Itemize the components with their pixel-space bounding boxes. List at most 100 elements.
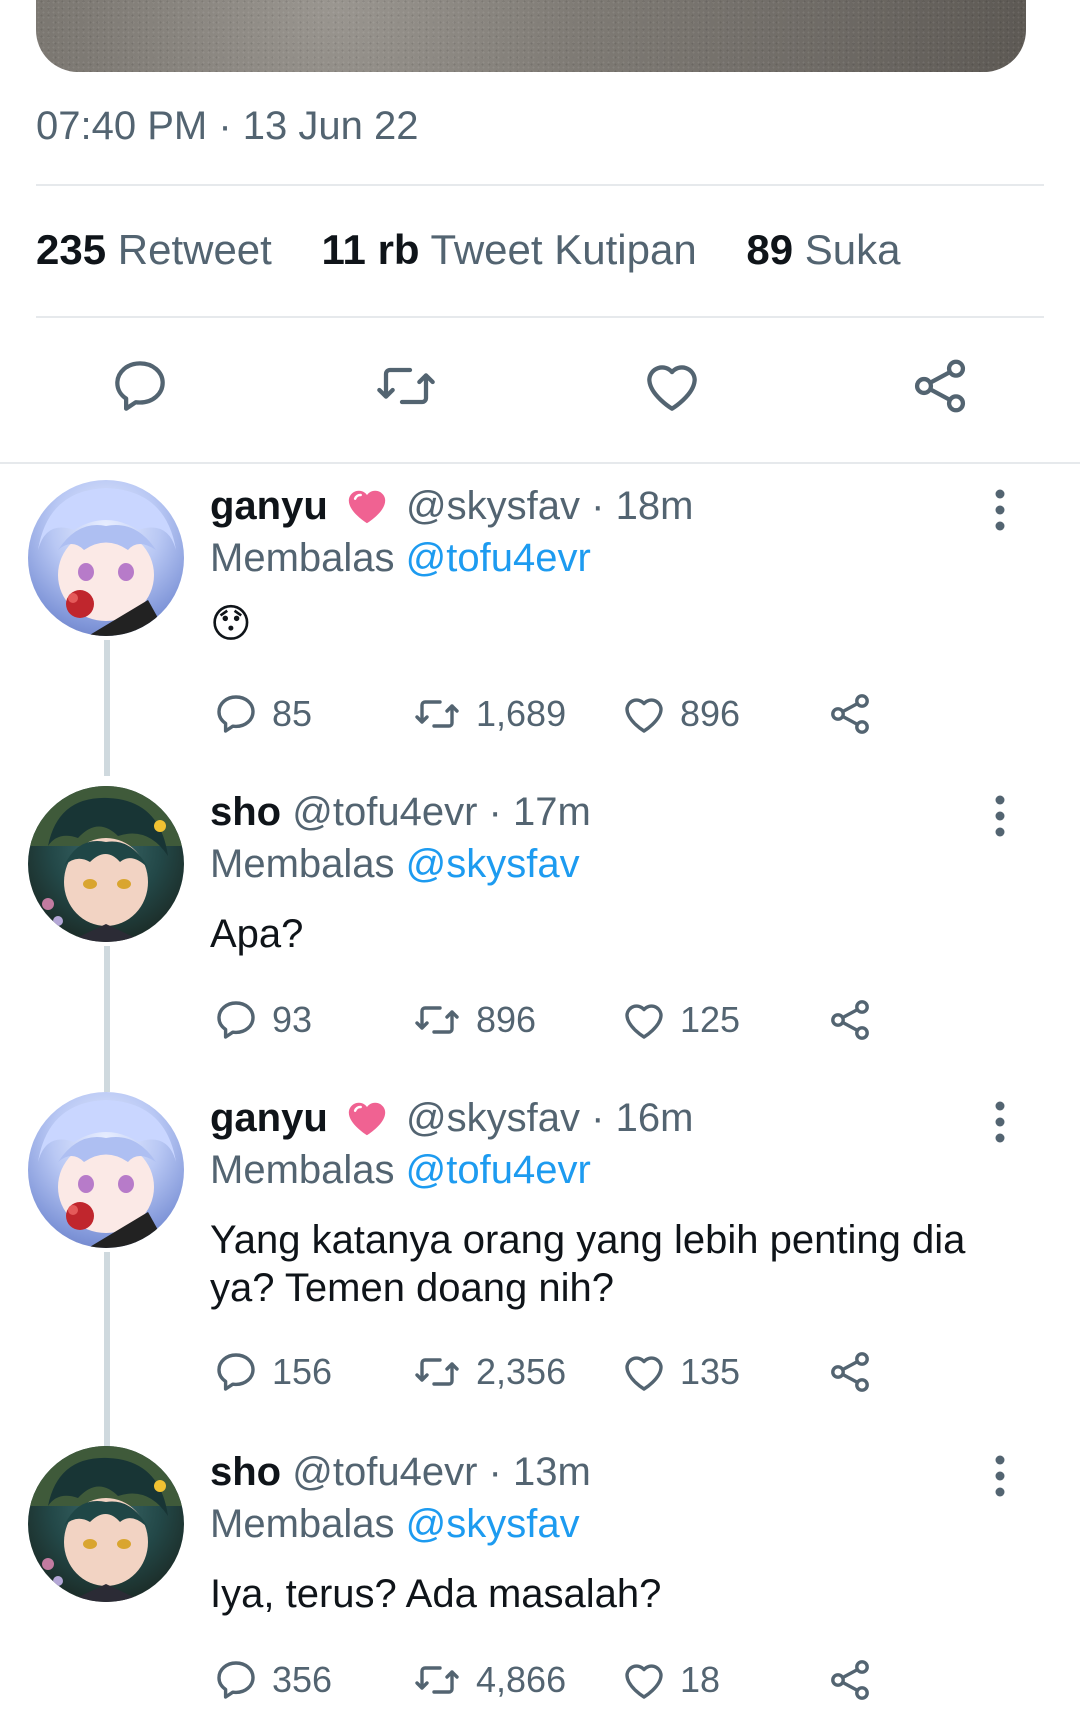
reply-icon xyxy=(217,1353,255,1391)
reply-button[interactable]: 85 xyxy=(212,690,312,738)
reply-count: 93 xyxy=(272,999,313,1040)
retweet-button[interactable]: 896 xyxy=(410,996,536,1044)
retweet-button[interactable]: 2,356 xyxy=(410,1348,566,1396)
mention-link[interactable]: @skysfav xyxy=(406,1502,580,1546)
share-button[interactable] xyxy=(826,1348,886,1396)
more-options-icon[interactable] xyxy=(990,1100,1010,1144)
tweet-action-bar xyxy=(0,354,1080,424)
reply-time: · 13m xyxy=(488,1450,591,1494)
reply-icon[interactable] xyxy=(108,354,172,418)
replying-prefix: Membalas xyxy=(210,536,395,580)
retweet-icon xyxy=(415,1006,459,1034)
handle[interactable]: @tofu4evr xyxy=(292,790,477,834)
tweet-stats: 235 Retweet 11 rb Tweet Kutipan 89 Suka xyxy=(36,226,938,274)
reply-icon xyxy=(217,695,255,733)
like-icon xyxy=(625,1664,663,1699)
mention-link[interactable]: @tofu4evr xyxy=(406,536,591,580)
reply-header: ganyu @skysfav · 16m xyxy=(210,1096,693,1143)
stat-value: 235 xyxy=(36,226,107,273)
retweet-count: 896 xyxy=(476,999,537,1040)
reply-text: 😯 xyxy=(210,602,252,646)
stat-likes[interactable]: 89 Suka xyxy=(746,226,900,273)
share-button[interactable] xyxy=(826,1656,886,1704)
mention-link[interactable]: @skysfav xyxy=(406,842,580,886)
stat-label: Tweet Kutipan xyxy=(430,226,697,273)
display-name[interactable]: ganyu xyxy=(210,1096,328,1140)
like-count: 125 xyxy=(680,999,741,1040)
share-icon xyxy=(831,1660,869,1700)
replying-to: Membalas @tofu4evr xyxy=(210,1148,591,1193)
avatar[interactable] xyxy=(28,1446,184,1602)
display-name[interactable]: sho xyxy=(210,790,281,834)
stat-label: Suka xyxy=(804,226,901,273)
reply-button[interactable]: 356 xyxy=(212,1656,332,1704)
stat-quote-tweets[interactable]: 11 rb Tweet Kutipan xyxy=(322,226,697,273)
thread-line xyxy=(104,640,110,776)
reply-header: sho @tofu4evr · 17m xyxy=(210,790,591,835)
reply-time: · 16m xyxy=(591,1096,694,1140)
handle[interactable]: @tofu4evr xyxy=(292,1450,477,1494)
stat-label: Retweet xyxy=(117,226,272,273)
reply-time: · 17m xyxy=(488,790,591,834)
reply-time: · 18m xyxy=(591,484,694,528)
pink-heart-icon xyxy=(348,491,386,524)
divider xyxy=(36,316,1044,318)
retweet-button[interactable]: 1,689 xyxy=(410,690,566,738)
mention-link[interactable]: @tofu4evr xyxy=(406,1148,591,1192)
stat-value: 11 rb xyxy=(321,226,420,273)
share-icon[interactable] xyxy=(908,354,972,418)
reply-button[interactable]: 156 xyxy=(212,1348,332,1396)
reply-count: 356 xyxy=(272,1659,333,1700)
like-icon[interactable] xyxy=(640,354,704,418)
more-options-icon[interactable] xyxy=(990,488,1010,532)
retweet-count: 2,356 xyxy=(476,1351,567,1392)
like-button[interactable]: 125 xyxy=(620,996,740,1044)
replying-to: Membalas @skysfav xyxy=(210,1502,580,1547)
share-button[interactable] xyxy=(826,996,886,1044)
stat-retweets[interactable]: 235 Retweet xyxy=(36,226,272,273)
pink-heart-icon xyxy=(348,1103,386,1136)
like-icon xyxy=(625,698,663,733)
reply-count: 85 xyxy=(272,693,313,734)
replying-prefix: Membalas xyxy=(210,1148,395,1192)
tweet-media-image[interactable] xyxy=(36,0,1026,72)
like-count: 135 xyxy=(680,1351,741,1392)
reply-icon xyxy=(217,1661,255,1699)
like-button[interactable]: 135 xyxy=(620,1348,740,1396)
display-name[interactable]: ganyu xyxy=(210,484,328,528)
like-count: 896 xyxy=(680,693,741,734)
retweet-icon xyxy=(415,700,459,728)
thread-line xyxy=(104,1252,110,1448)
reply-text: Yang katanya orang yang lebih penting di… xyxy=(210,1218,966,1310)
share-button[interactable] xyxy=(826,690,886,738)
more-options-icon[interactable] xyxy=(990,794,1010,838)
like-button[interactable]: 896 xyxy=(620,690,740,738)
stat-value: 89 xyxy=(746,226,794,273)
like-button[interactable]: 18 xyxy=(620,1656,720,1704)
replying-prefix: Membalas xyxy=(210,1502,395,1546)
thread-line xyxy=(104,946,110,1092)
like-count: 18 xyxy=(680,1659,721,1700)
reply-button[interactable]: 93 xyxy=(212,996,312,1044)
handle[interactable]: @skysfav xyxy=(406,484,580,528)
divider xyxy=(36,184,1044,186)
reply-icon xyxy=(217,1001,255,1039)
retweet-button[interactable]: 4,866 xyxy=(410,1656,566,1704)
tweet-timestamp: 07:40 PM · 13 Jun 22 xyxy=(36,104,419,148)
reply-text: Apa? xyxy=(210,912,304,956)
retweet-icon xyxy=(415,1666,459,1694)
more-options-icon[interactable] xyxy=(990,1454,1010,1498)
retweet-count: 4,866 xyxy=(476,1659,567,1700)
avatar[interactable] xyxy=(28,1092,184,1248)
reply-header: sho @tofu4evr · 13m xyxy=(210,1450,591,1495)
share-icon xyxy=(831,1352,869,1392)
divider xyxy=(0,462,1080,464)
display-name[interactable]: sho xyxy=(210,1450,281,1494)
retweet-icon xyxy=(415,1358,459,1386)
retweet-icon[interactable] xyxy=(374,354,438,418)
handle[interactable]: @skysfav xyxy=(406,1096,580,1140)
share-icon xyxy=(831,694,869,734)
reply-count: 156 xyxy=(272,1351,333,1392)
avatar[interactable] xyxy=(28,480,184,636)
avatar[interactable] xyxy=(28,786,184,942)
